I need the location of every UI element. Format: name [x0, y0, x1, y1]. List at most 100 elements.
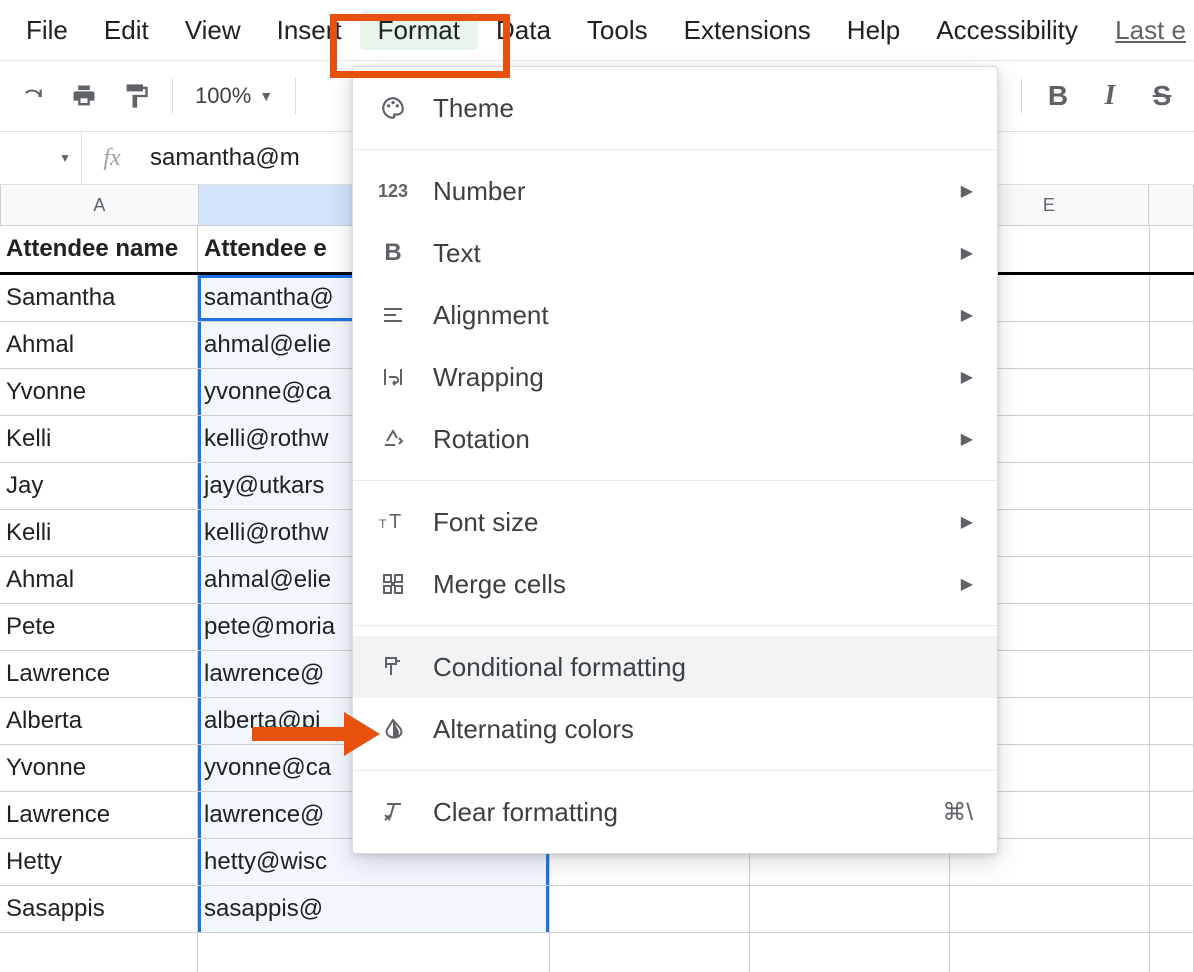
menu-item-rotation[interactable]: Rotation ▶: [353, 408, 997, 470]
chevron-right-icon: ▶: [961, 367, 973, 387]
cell[interactable]: Yvonne: [0, 369, 198, 415]
alignment-icon: [377, 303, 409, 327]
menu-item-label: Theme: [433, 93, 973, 124]
theme-icon: [377, 95, 409, 121]
zoom-value: 100%: [195, 83, 251, 109]
print-button[interactable]: [60, 72, 108, 120]
menu-accessibility[interactable]: Accessibility: [918, 11, 1096, 50]
cell[interactable]: Hetty: [0, 839, 198, 885]
cell[interactable]: [550, 933, 750, 972]
cell[interactable]: [1150, 698, 1194, 744]
rotation-icon: [377, 427, 409, 451]
italic-button[interactable]: I: [1086, 72, 1134, 120]
menu-item-text[interactable]: B Text ▶: [353, 222, 997, 284]
cell[interactable]: Ahmal: [0, 322, 198, 368]
chevron-right-icon: ▶: [961, 305, 973, 325]
cell[interactable]: [198, 933, 550, 972]
cell[interactable]: [550, 886, 750, 932]
cell[interactable]: Alberta: [0, 698, 198, 744]
cell[interactable]: Jay: [0, 463, 198, 509]
cell[interactable]: sasappis@: [198, 886, 550, 932]
menu-item-merge-cells[interactable]: Merge cells ▶: [353, 553, 997, 615]
menu-insert[interactable]: Insert: [259, 11, 360, 50]
menu-format[interactable]: Format: [360, 11, 478, 50]
cell[interactable]: [1150, 557, 1194, 603]
redo-icon: [19, 83, 45, 109]
paint-format-button[interactable]: [112, 72, 160, 120]
last-edit-link[interactable]: Last e: [1115, 15, 1186, 46]
keyboard-shortcut: ⌘\: [942, 798, 973, 827]
cell[interactable]: Lawrence: [0, 651, 198, 697]
menu-item-alternating-colors[interactable]: Alternating colors: [353, 698, 997, 760]
col-header-A[interactable]: A: [1, 185, 199, 225]
cell[interactable]: [0, 933, 198, 972]
cell[interactable]: [1150, 369, 1194, 415]
menu-data[interactable]: Data: [478, 11, 569, 50]
cell[interactable]: [750, 933, 950, 972]
cell[interactable]: Kelli: [0, 510, 198, 556]
menu-item-conditional-formatting[interactable]: Conditional formatting: [353, 636, 997, 698]
cell[interactable]: Kelli: [0, 416, 198, 462]
cell[interactable]: Yvonne: [0, 745, 198, 791]
menu-item-label: Alternating colors: [433, 714, 973, 745]
cell[interactable]: [1150, 933, 1194, 972]
caret-down-icon: ▼: [59, 151, 71, 165]
redo-button[interactable]: [8, 72, 56, 120]
cell[interactable]: Samantha: [0, 275, 198, 321]
cell[interactable]: [950, 933, 1150, 972]
menu-item-theme[interactable]: Theme: [353, 77, 997, 139]
cell[interactable]: [1150, 416, 1194, 462]
cell[interactable]: Lawrence: [0, 792, 198, 838]
menu-item-label: Alignment: [433, 300, 937, 331]
menu-help[interactable]: Help: [829, 11, 918, 50]
menu-tools[interactable]: Tools: [569, 11, 666, 50]
name-box-dropdown[interactable]: ▼: [0, 132, 82, 184]
cell[interactable]: [950, 886, 1150, 932]
col-header-F[interactable]: [1149, 185, 1194, 225]
menu-item-font-size[interactable]: TT Font size ▶: [353, 491, 997, 553]
alternating-colors-icon: [377, 717, 409, 741]
strikethrough-button[interactable]: S: [1138, 72, 1186, 120]
font-size-icon: TT: [377, 510, 409, 534]
menu-view[interactable]: View: [167, 11, 259, 50]
cell[interactable]: [1150, 651, 1194, 697]
chevron-right-icon: ▶: [961, 243, 973, 263]
cell[interactable]: Ahmal: [0, 557, 198, 603]
menu-item-number[interactable]: 123 Number ▶: [353, 160, 997, 222]
wrapping-icon: [377, 365, 409, 389]
menu-item-clear-formatting[interactable]: Clear formatting ⌘\: [353, 781, 997, 843]
menu-file[interactable]: File: [8, 11, 86, 50]
cell[interactable]: [1150, 792, 1194, 838]
menu-item-wrapping[interactable]: Wrapping ▶: [353, 346, 997, 408]
cell[interactable]: [1150, 745, 1194, 791]
cell[interactable]: [750, 886, 950, 932]
menu-item-label: Font size: [433, 507, 937, 538]
caret-down-icon: ▼: [259, 88, 273, 104]
cell[interactable]: [1150, 604, 1194, 650]
menu-bar: File Edit View Insert Format Data Tools …: [0, 0, 1194, 61]
cell[interactable]: [1150, 463, 1194, 509]
cell[interactable]: [1150, 322, 1194, 368]
conditional-formatting-icon: [377, 655, 409, 679]
cell-F1[interactable]: [1150, 226, 1194, 272]
clear-formatting-icon: [377, 800, 409, 824]
menu-item-label: Text: [433, 238, 937, 269]
table-row: [0, 933, 1194, 972]
cell[interactable]: [1150, 839, 1194, 885]
cell[interactable]: [1150, 275, 1194, 321]
cell[interactable]: [1150, 510, 1194, 556]
cell[interactable]: Sasappis: [0, 886, 198, 932]
bold-button[interactable]: B: [1034, 72, 1082, 120]
chevron-right-icon: ▶: [961, 512, 973, 532]
menu-extensions[interactable]: Extensions: [666, 11, 829, 50]
menu-item-alignment[interactable]: Alignment ▶: [353, 284, 997, 346]
bold-icon: B: [377, 239, 409, 267]
cell-A1[interactable]: Attendee name: [0, 226, 198, 272]
zoom-dropdown[interactable]: 100% ▼: [185, 83, 283, 109]
cell[interactable]: [1150, 886, 1194, 932]
menu-edit[interactable]: Edit: [86, 11, 167, 50]
menu-item-label: Wrapping: [433, 362, 937, 393]
cell[interactable]: Pete: [0, 604, 198, 650]
menu-item-label: Number: [433, 176, 937, 207]
toolbar-divider: [172, 78, 173, 114]
